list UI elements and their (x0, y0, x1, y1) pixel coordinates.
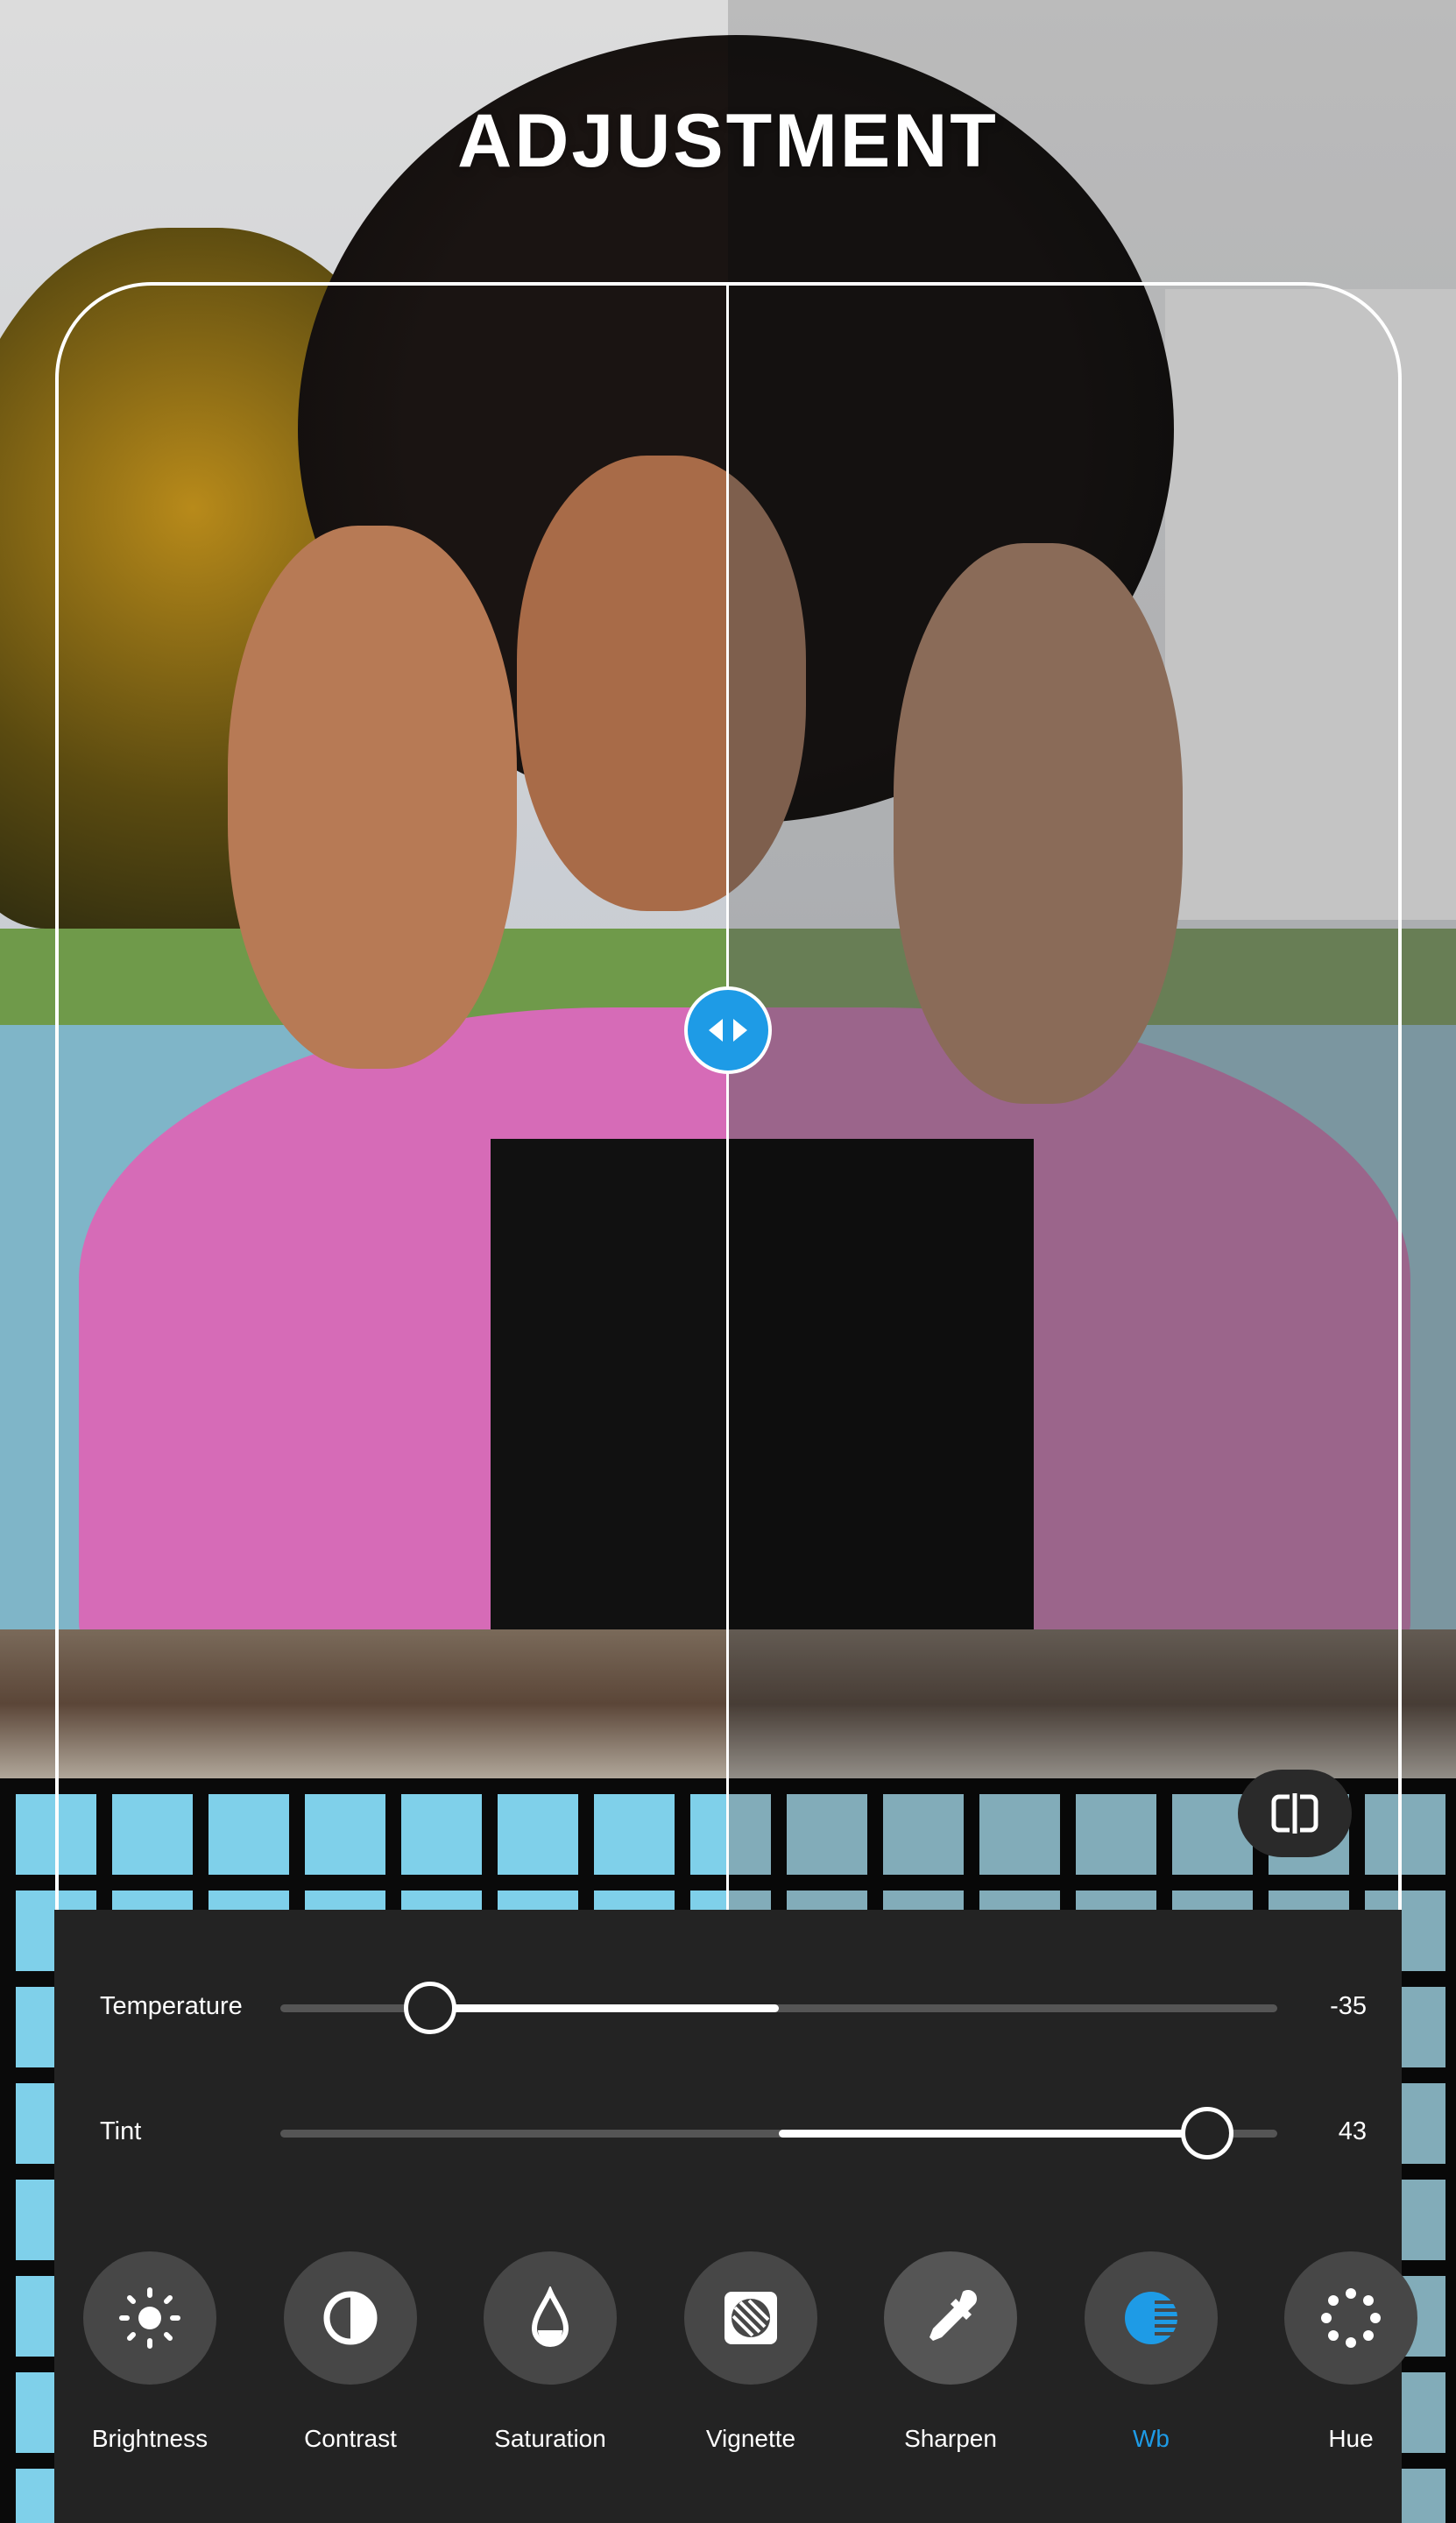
slider-value: 43 (1338, 2117, 1367, 2145)
tool-label: Contrast (304, 2425, 397, 2452)
temperature-slider[interactable] (280, 1982, 1277, 2034)
compare-divider[interactable] (726, 282, 729, 1910)
slider-label: Tint (100, 2117, 142, 2145)
tool-label: Hue (1328, 2425, 1374, 2452)
tool-contrast[interactable]: Contrast (280, 2251, 421, 2453)
slider-thumb[interactable] (403, 1982, 456, 2034)
tool-label: Vignette (705, 2425, 796, 2452)
slider-fill (429, 2004, 779, 2012)
slider-thumb[interactable] (1181, 2107, 1234, 2159)
compare-handle[interactable] (684, 986, 772, 1074)
vignette-icon (724, 2292, 777, 2344)
hue-dots-icon (1321, 2288, 1381, 2348)
sun-icon (119, 2287, 180, 2349)
tool-wb[interactable]: Wb (1081, 2251, 1221, 2453)
editor-screen: ADJUSTMENT Temperature -35 Tint 43 Brigh… (0, 0, 1456, 2523)
contrast-icon (323, 2291, 378, 2345)
tool-label: Sharpen (904, 2425, 997, 2452)
page-title: ADJUSTMENT (457, 99, 999, 183)
tint-slider[interactable] (280, 2107, 1277, 2159)
slider-temperature: Temperature -35 (54, 1973, 1402, 2043)
white-balance-icon (1125, 2292, 1181, 2344)
slider-fill (779, 2130, 1208, 2138)
tool-brightness[interactable]: Brightness (80, 2251, 220, 2453)
drop-icon (531, 2286, 569, 2347)
tool-sharpen[interactable]: Sharpen (880, 2251, 1021, 2453)
arrow-right-icon (733, 1019, 747, 1042)
tool-label: Saturation (494, 2425, 606, 2452)
slider-tint: Tint 43 (54, 2098, 1402, 2168)
eyedropper-icon (929, 2290, 977, 2341)
tool-hue[interactable]: Hue (1281, 2251, 1421, 2453)
tool-saturation[interactable]: Saturation (480, 2251, 620, 2453)
adjustment-panel: Temperature -35 Tint 43 Brightness Contr… (54, 1910, 1417, 2523)
split-compare-icon (1271, 1793, 1318, 1834)
slider-value: -35 (1330, 1992, 1367, 2020)
slider-label: Temperature (100, 1992, 243, 2020)
arrow-left-icon (709, 1019, 723, 1042)
tool-vignette[interactable]: Vignette (681, 2251, 821, 2453)
compare-button[interactable] (1238, 1770, 1352, 1857)
tool-label: Wb (1133, 2425, 1170, 2452)
tool-label: Brightness (91, 2425, 209, 2452)
tool-bar: Brightness Contrast Saturation Vignette … (54, 2251, 1417, 2497)
